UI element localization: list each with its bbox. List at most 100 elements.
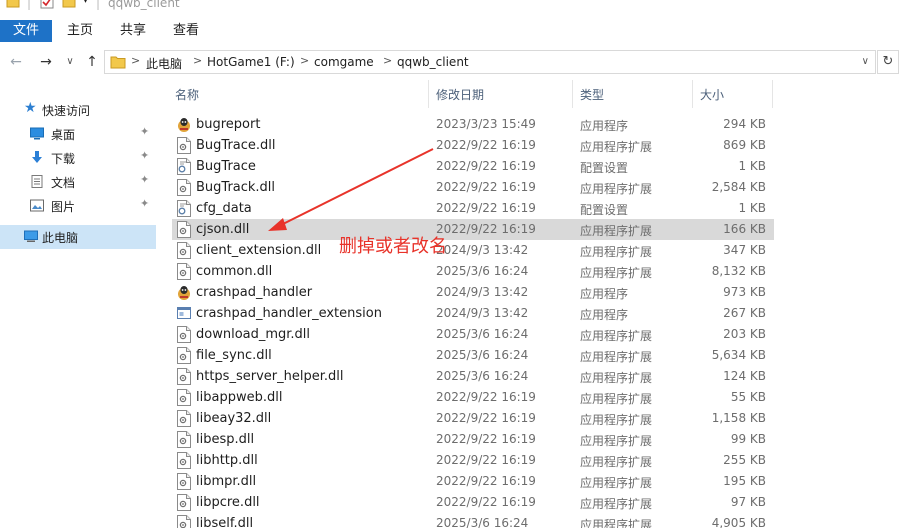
file-type: 应用程序扩展 — [580, 266, 653, 280]
sidebar-item-documents[interactable]: 文档 ✦ — [0, 170, 156, 194]
pin-icon[interactable]: ✦ — [140, 197, 149, 210]
file-date: 2025/3/6 16:24 — [436, 348, 529, 362]
breadcrumb-this-pc[interactable]: 此电脑 — [146, 55, 182, 72]
file-name: common.dll — [196, 264, 273, 279]
table-row[interactable]: cfg_data 2022/9/22 16:19 配置设置 1 KB — [172, 198, 774, 219]
table-row[interactable]: libmpr.dll 2022/9/22 16:19 应用程序扩展 195 KB — [172, 471, 774, 492]
file-name: BugTrace.dll — [196, 138, 276, 153]
address-bar[interactable]: > 此电脑 > HotGame1 (F:) > comgame > qqwb_c… — [104, 50, 876, 74]
file-size: 267 KB — [723, 306, 766, 320]
breadcrumb-drive[interactable]: HotGame1 (F:) — [207, 55, 295, 69]
table-row[interactable] — [172, 99, 774, 105]
pin-icon[interactable]: ✦ — [140, 173, 149, 186]
table-row[interactable]: libappweb.dll 2022/9/22 16:19 应用程序扩展 55 KB — [172, 387, 774, 408]
file-type: 应用程序扩展 — [580, 455, 653, 469]
file-size: 8,132 KB — [711, 264, 766, 278]
dll-icon — [177, 368, 191, 385]
table-row[interactable]: crashpad_handler 2024/9/3 13:42 应用程序 973 KB — [172, 282, 774, 303]
breadcrumb-separator[interactable]: > — [131, 54, 140, 67]
table-row[interactable]: libesp.dll 2022/9/22 16:19 应用程序扩展 99 KB — [172, 429, 774, 450]
file-type: 应用程序扩展 — [580, 476, 653, 490]
file-size: 973 KB — [723, 285, 766, 299]
table-row[interactable]: BugTrack.dll 2022/9/22 16:19 应用程序扩展 2,584 K… — [172, 177, 774, 198]
dll-icon — [177, 326, 191, 343]
properties-icon[interactable] — [40, 0, 54, 9]
file-type: 应用程序扩展 — [580, 350, 653, 364]
breadcrumb-comgame[interactable]: comgame — [314, 55, 374, 69]
back-button[interactable]: ← — [6, 52, 26, 72]
table-row[interactable]: common.dll 2025/3/6 16:24 应用程序扩展 8,132 KB — [172, 261, 774, 282]
file-type: 应用程序扩展 — [580, 518, 653, 528]
refresh-button[interactable]: ↻ — [877, 50, 899, 74]
sidebar-item-downloads[interactable]: 下载 ✦ — [0, 146, 156, 170]
file-date: 2022/9/22 16:19 — [436, 180, 536, 194]
file-name: BugTrace — [196, 159, 256, 174]
file-date: 2024/9/3 13:42 — [436, 306, 529, 320]
chevron-down-icon[interactable]: ∨ — [862, 56, 869, 67]
table-row[interactable]: file_sync.dll 2025/3/6 16:24 应用程序扩展 5,634 K… — [172, 345, 774, 366]
table-row[interactable]: cjson.dll 2022/9/22 16:19 应用程序扩展 166 KB — [172, 219, 774, 240]
table-row[interactable]: https_server_helper.dll 2025/3/6 16:24 应用程… — [172, 366, 774, 387]
table-row[interactable]: download_mgr.dll 2025/3/6 16:24 应用程序扩展 203 … — [172, 324, 774, 345]
file-name: libappweb.dll — [196, 390, 283, 405]
tab-view[interactable]: 查看 — [161, 20, 211, 42]
file-name: libhttp.dll — [196, 453, 258, 468]
breadcrumb-qqwb-client[interactable]: qqwb_client — [397, 55, 469, 69]
sort-ascending-icon: ^ — [294, 80, 303, 87]
table-row[interactable]: libself.dll 2025/3/6 16:24 应用程序扩展 4,905 KB — [172, 513, 774, 528]
table-row[interactable]: libpcre.dll 2022/9/22 16:19 应用程序扩展 97 KB — [172, 492, 774, 513]
tab-share[interactable]: 共享 — [108, 20, 158, 42]
table-row[interactable]: libeay32.dll 2022/9/22 16:19 应用程序扩展 1,158 K… — [172, 408, 774, 429]
file-list: ^ 名称 修改日期 类型 大小 bugreport 2023/3/23 15:49… — [160, 80, 906, 528]
file-type: 应用程序扩展 — [580, 140, 653, 154]
tab-home[interactable]: 主页 — [55, 20, 105, 42]
file-name: cfg_data — [196, 201, 252, 216]
file-size: 1 KB — [738, 201, 766, 215]
table-row[interactable]: BugTrace.dll 2022/9/22 16:19 应用程序扩展 869 KB — [172, 135, 774, 156]
table-row[interactable]: BugTrace 2022/9/22 16:19 配置设置 1 KB — [172, 156, 774, 177]
table-row[interactable]: crashpad_handler_extension 2024/9/3 13:42… — [172, 303, 774, 324]
folder-icon — [110, 56, 126, 69]
table-row[interactable]: client_extension.dll 2024/9/3 13:42 应用程序扩展… — [172, 240, 774, 261]
up-button[interactable]: ↑ — [82, 52, 102, 72]
customize-toolbar-icon[interactable]: ▾ — [83, 0, 88, 9]
sidebar-item-pictures[interactable]: 图片 ✦ — [0, 194, 156, 218]
window-title: qqwb_client — [108, 0, 180, 10]
file-date: 2022/9/22 16:19 — [436, 390, 536, 404]
breadcrumb-separator[interactable]: > — [300, 54, 309, 67]
file-date: 2022/9/22 16:19 — [436, 411, 536, 425]
file-size: 124 KB — [723, 369, 766, 383]
app-icon — [177, 116, 191, 133]
sidebar-item-this-pc[interactable]: 此电脑 — [0, 225, 156, 249]
sidebar-item-desktop[interactable]: 桌面 ✦ — [0, 122, 156, 146]
star-icon: ★ — [24, 100, 37, 116]
sidebar-item-label: 文档 — [51, 176, 76, 190]
file-type: 应用程序 — [580, 119, 629, 133]
file-size: 203 KB — [723, 327, 766, 341]
dll-icon — [177, 410, 191, 427]
breadcrumb-separator[interactable]: > — [193, 54, 202, 67]
table-row[interactable]: bugreport 2023/3/23 15:49 应用程序 294 KB — [172, 114, 774, 135]
file-date: 2022/9/22 16:19 — [436, 453, 536, 467]
sidebar-item-label: 此电脑 — [42, 231, 79, 245]
file-name: https_server_helper.dll — [196, 369, 344, 384]
new-folder-icon[interactable] — [62, 0, 76, 9]
recent-locations-button[interactable]: ∨ — [60, 52, 80, 72]
navigation-bar: ← → ∨ ↑ > 此电脑 > HotGame1 (F:) > comgame … — [0, 48, 906, 76]
pin-icon[interactable]: ✦ — [140, 125, 149, 138]
file-name: libmpr.dll — [196, 474, 257, 489]
computer-icon — [24, 230, 38, 242]
forward-button[interactable]: → — [36, 52, 56, 72]
file-type: 应用程序扩展 — [580, 224, 653, 238]
pin-icon[interactable]: ✦ — [140, 149, 149, 162]
separator: | — [27, 0, 32, 10]
file-name: libesp.dll — [196, 432, 255, 447]
tab-file[interactable]: 文件 — [0, 20, 52, 42]
file-date: 2025/3/6 16:24 — [436, 516, 529, 528]
file-type: 应用程序扩展 — [580, 329, 653, 343]
table-row[interactable]: libhttp.dll 2022/9/22 16:19 应用程序扩展 255 KB — [172, 450, 774, 471]
sidebar-item-label: 桌面 — [51, 128, 76, 142]
sidebar-item-quick-access[interactable]: ★ 快速访问 — [0, 98, 156, 122]
file-type: 应用程序扩展 — [580, 434, 653, 448]
breadcrumb-separator[interactable]: > — [383, 54, 392, 67]
